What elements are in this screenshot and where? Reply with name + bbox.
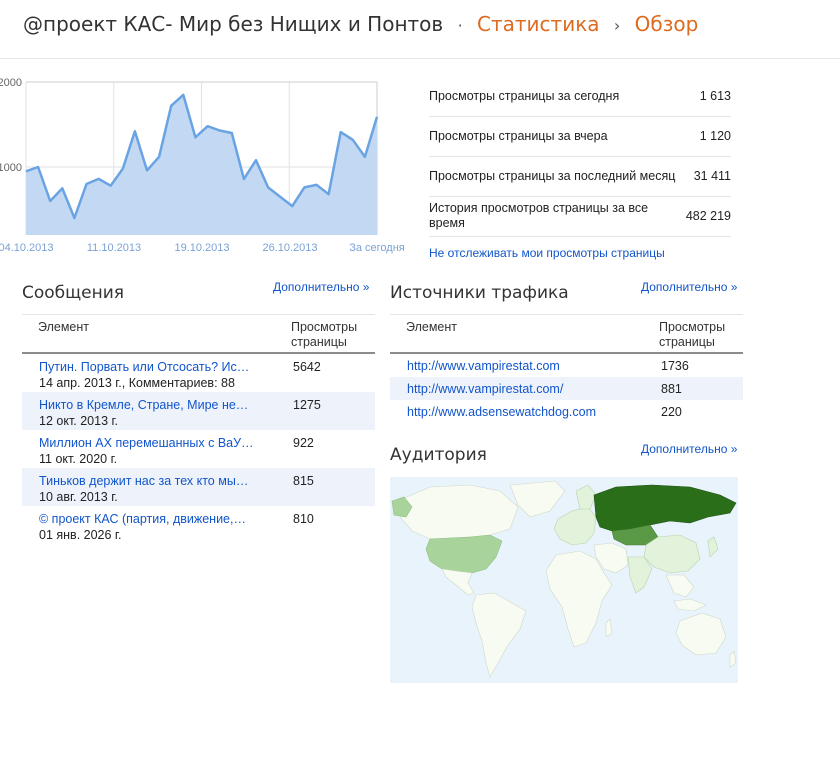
breadcrumb-arrow: › [613, 16, 621, 35]
page-title: Обзор [634, 12, 699, 36]
post-views: 922 [293, 436, 314, 450]
map-se-asia [665, 574, 695, 598]
map-india [627, 556, 653, 594]
stat-value: 1 613 [699, 89, 731, 103]
page-header: @проект КАС- Мир без Нищих и Понтов · Ст… [0, 0, 840, 59]
stat-row-yesterday: Просмотры страницы за вчера 1 120 [429, 117, 731, 157]
post-link[interactable]: Миллион АХ перемешанных с ВаУ… [39, 436, 259, 450]
post-link[interactable]: Тиньков держит нас за тех кто мы… [39, 474, 259, 488]
post-views: 5642 [293, 360, 321, 374]
y-tick-label: 1000 [0, 162, 22, 174]
post-meta: 11 окт. 2020 г. [39, 452, 118, 466]
map-new-zealand [729, 650, 737, 668]
x-tick-label: 26.10.2013 [262, 242, 317, 254]
map-europe [553, 506, 597, 546]
audience-more-link[interactable]: Дополнительно » [641, 442, 737, 456]
map-scandinavia [575, 484, 597, 510]
breadcrumb: @проект КАС- Мир без Нищих и Понтов · Ст… [23, 12, 698, 36]
pageview-stats: Просмотры страницы за сегодня 1 613 Прос… [429, 77, 731, 260]
table-row: Путин. Порвать или Отсосать? Ис… 14 апр.… [22, 354, 375, 392]
col-views: Просмотры страницы [291, 320, 358, 349]
traffic-table: Элемент Просмотры страницы http://www.va… [390, 314, 743, 423]
x-tick-label: 04.10.2013 [0, 242, 54, 254]
post-views: 1275 [293, 398, 321, 412]
post-link[interactable]: © проект КАС (партия, движение,… [39, 512, 259, 526]
post-meta: 14 апр. 2013 г., Комментариев: 88 [39, 376, 235, 390]
table-row: Никто в Кремле, Стране, Мире не… 12 окт.… [22, 392, 375, 430]
x-tick-label: 11.10.2013 [87, 242, 141, 254]
post-views: 815 [293, 474, 314, 488]
table-header: Элемент Просмотры страницы [22, 315, 375, 354]
breadcrumb-stats-link[interactable]: Статистика [477, 12, 600, 36]
post-views: 810 [293, 512, 314, 526]
source-link[interactable]: http://www.adsensewatchdog.com [407, 405, 596, 419]
stat-value: 482 219 [685, 209, 731, 223]
map-south-america [471, 592, 527, 678]
source-views: 220 [661, 405, 682, 419]
col-element: Элемент [38, 320, 89, 334]
source-views: 1736 [661, 359, 689, 373]
blog-name: @проект КАС- Мир без Нищих и Понтов [23, 12, 444, 36]
stat-row-today: Просмотры страницы за сегодня 1 613 [429, 77, 731, 117]
post-link[interactable]: Путин. Порвать или Отсосать? Ис… [39, 360, 259, 374]
table-row: http://www.adsensewatchdog.com 220 [390, 400, 743, 423]
world-map-svg [391, 480, 737, 678]
audience-title: Аудитория [390, 445, 487, 465]
stat-label: Просмотры страницы за вчера [429, 129, 608, 143]
traffic-more-link[interactable]: Дополнительно » [641, 280, 737, 294]
traffic-title: Источники трафика [390, 283, 569, 303]
messages-table: Элемент Просмотры страницы Путин. Порват… [22, 314, 375, 544]
post-meta: 12 окт. 2013 г. [39, 414, 119, 428]
pageviews-chart-svg: 2000 1000 04.10.2013 11.10.2013 19.10.2013 26… [0, 77, 405, 254]
table-row: © проект КАС (партия, движение,… 01 янв.… [22, 506, 375, 544]
audience-world-map[interactable] [390, 477, 738, 683]
col-element: Элемент [406, 320, 457, 334]
stat-label: Просмотры страницы за последний месяц [429, 169, 676, 183]
map-canada [399, 484, 519, 540]
messages-title: Сообщения [22, 283, 125, 303]
stat-label: История просмотров страницы за все время [429, 201, 649, 230]
breadcrumb-separator: · [457, 16, 463, 35]
messages-more-link[interactable]: Дополнительно » [273, 280, 369, 294]
stat-value: 31 411 [693, 169, 731, 183]
post-link[interactable]: Никто в Кремле, Стране, Мире не… [39, 398, 259, 412]
map-china [643, 534, 701, 574]
table-row: http://www.vampirestat.com 1736 [390, 354, 743, 377]
map-usa [425, 534, 503, 574]
map-madagascar [605, 618, 613, 638]
stat-label: Просмотры страницы за сегодня [429, 89, 620, 103]
source-views: 881 [661, 382, 682, 396]
source-link[interactable]: http://www.vampirestat.com [407, 359, 560, 373]
table-header: Элемент Просмотры страницы [390, 315, 743, 354]
table-row: Тиньков держит нас за тех кто мы… 10 авг… [22, 468, 375, 506]
post-meta: 10 авг. 2013 г. [39, 490, 118, 504]
stat-row-month: Просмотры страницы за последний месяц 31… [429, 157, 731, 197]
stat-row-alltime: История просмотров страницы за все время… [429, 197, 731, 237]
x-tick-label: 19.10.2013 [174, 242, 229, 254]
x-tick-label: За сегодня [349, 242, 405, 254]
map-japan [707, 536, 719, 558]
map-russia [593, 484, 737, 532]
y-tick-label: 2000 [0, 77, 22, 89]
pageviews-chart: 2000 1000 04.10.2013 11.10.2013 19.10.2013 26… [0, 70, 420, 260]
table-row: Миллион АХ перемешанных с ВаУ… 11 окт. 2… [22, 430, 375, 468]
stat-value: 1 120 [699, 129, 731, 143]
source-link[interactable]: http://www.vampirestat.com/ [407, 382, 563, 396]
post-meta: 01 янв. 2026 г. [39, 528, 122, 542]
map-mexico [441, 568, 475, 596]
map-greenland [509, 480, 566, 518]
dont-track-link[interactable]: Не отслеживать мои просмотры страницы [429, 246, 665, 260]
col-views: Просмотры страницы [659, 320, 726, 349]
map-indonesia [673, 598, 707, 612]
table-row: http://www.vampirestat.com/ 881 [390, 377, 743, 400]
map-australia [675, 612, 727, 656]
